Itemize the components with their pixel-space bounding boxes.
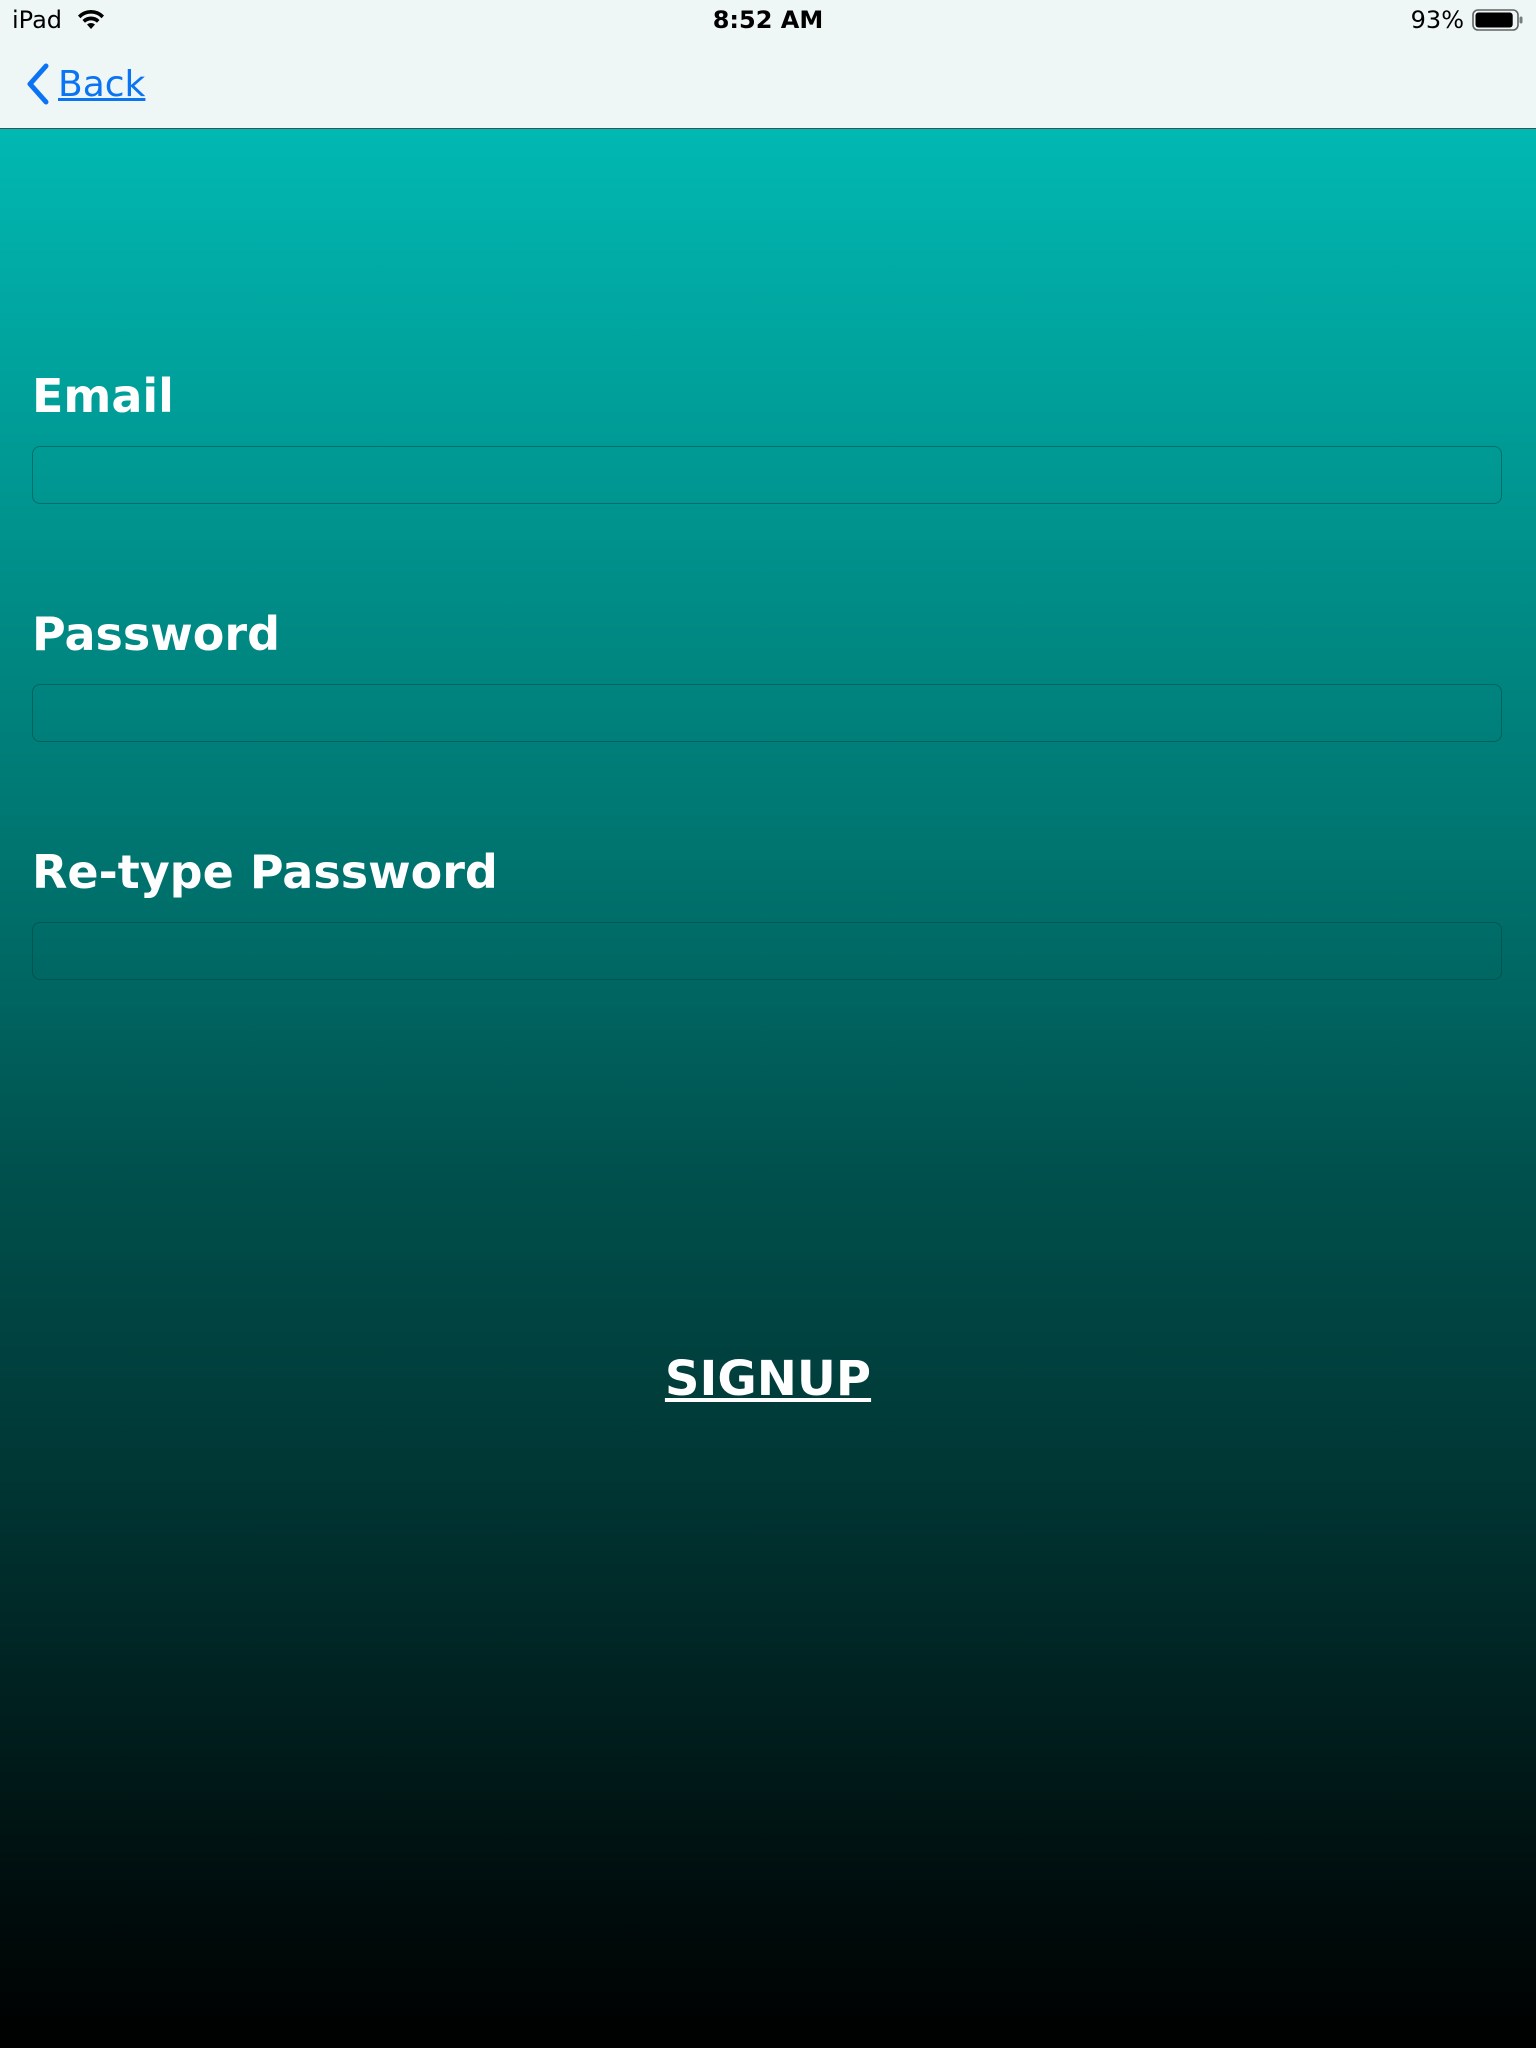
password-label: Password <box>32 607 280 661</box>
signup-button[interactable]: SIGNUP <box>0 1351 1536 1407</box>
chevron-left-icon <box>27 63 49 105</box>
back-button[interactable]: Back <box>22 62 145 106</box>
navigation-bar: Back <box>0 42 1536 129</box>
retype-password-field[interactable] <box>32 922 1502 980</box>
battery-percent: 93% <box>1410 6 1464 34</box>
status-right: 93% <box>1411 6 1524 34</box>
signup-form: Email Password Re-type Password SIGNUP <box>0 129 1536 2048</box>
back-label: Back <box>58 63 146 105</box>
email-field[interactable] <box>32 446 1502 504</box>
password-field[interactable] <box>32 684 1502 742</box>
email-label: Email <box>32 369 174 423</box>
battery-icon <box>1472 9 1523 31</box>
retype-password-label: Re-type Password <box>32 845 498 899</box>
status-time: 8:52 AM <box>712 6 824 34</box>
status-bar: iPad 8:52 AM 93% <box>0 0 1536 42</box>
